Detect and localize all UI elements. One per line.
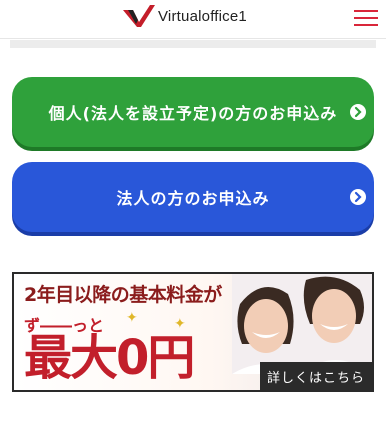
- site-header: Virtualoffice1: [0, 0, 386, 39]
- individual-application-label: 個人(法人を設立予定)の方のお申込み: [48, 104, 338, 123]
- smiling-people-illustration: [232, 274, 372, 374]
- virtualoffice-logo-icon: [123, 5, 155, 27]
- page-divider: [0, 40, 386, 48]
- logo[interactable]: Virtualoffice1: [122, 4, 247, 28]
- banner-headline: 2年目以降の基本料金が: [24, 284, 222, 306]
- corporate-application-button[interactable]: 法人の方のお申込み: [12, 162, 374, 232]
- sparkle-icon: ✦: [126, 310, 138, 326]
- banner-price: 最大0円: [24, 330, 195, 386]
- logo-text: Virtualoffice1: [158, 7, 247, 25]
- arrow-right-circle-icon: [350, 189, 366, 205]
- banner-details-link[interactable]: 詳しくはこちら: [260, 362, 372, 390]
- corporate-application-label: 法人の方のお申込み: [116, 189, 270, 208]
- individual-application-button[interactable]: 個人(法人を設立予定)の方のお申込み: [12, 77, 374, 147]
- free-fee-banner[interactable]: 2年目以降の基本料金が ず――っと ✦ ✦ 最大0円 詳しくはこちら: [12, 272, 374, 392]
- hamburger-menu-icon[interactable]: [354, 7, 378, 29]
- arrow-right-circle-icon: [350, 104, 366, 120]
